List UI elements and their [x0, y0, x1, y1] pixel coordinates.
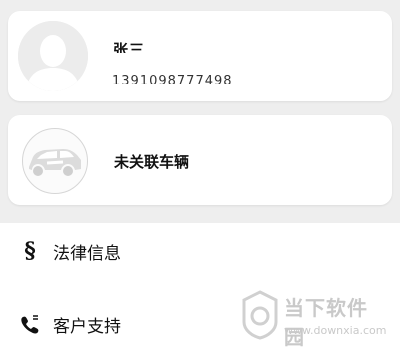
watermark-brand: 当下软件园 — [284, 296, 368, 349]
menu-item-label: 客户支持 — [53, 316, 121, 337]
user-phone: 1391098777498 — [112, 75, 233, 84]
menu-item-label: 法律信息 — [53, 243, 121, 264]
vehicle-avatar — [22, 128, 88, 194]
user-profile-card[interactable]: 张三 1391098777498 — [8, 11, 392, 101]
user-name: 张三 — [113, 41, 146, 53]
vehicle-status-label: 未关联车辆 — [114, 153, 190, 171]
vehicle-card[interactable]: 未关联车辆 — [8, 115, 392, 205]
car-icon — [29, 149, 81, 176]
default-avatar-icon — [18, 21, 88, 91]
menu-item-legal-info[interactable]: § 法律信息 — [0, 223, 400, 279]
phone-icon — [17, 311, 43, 337]
watermark-logo-icon — [242, 290, 278, 340]
avatar[interactable] — [18, 21, 88, 91]
section-sign-icon: § — [24, 238, 36, 264]
watermark-url: www.downxia.com — [284, 324, 387, 337]
watermark: 当下软件园 www.downxia.com — [238, 288, 388, 349]
